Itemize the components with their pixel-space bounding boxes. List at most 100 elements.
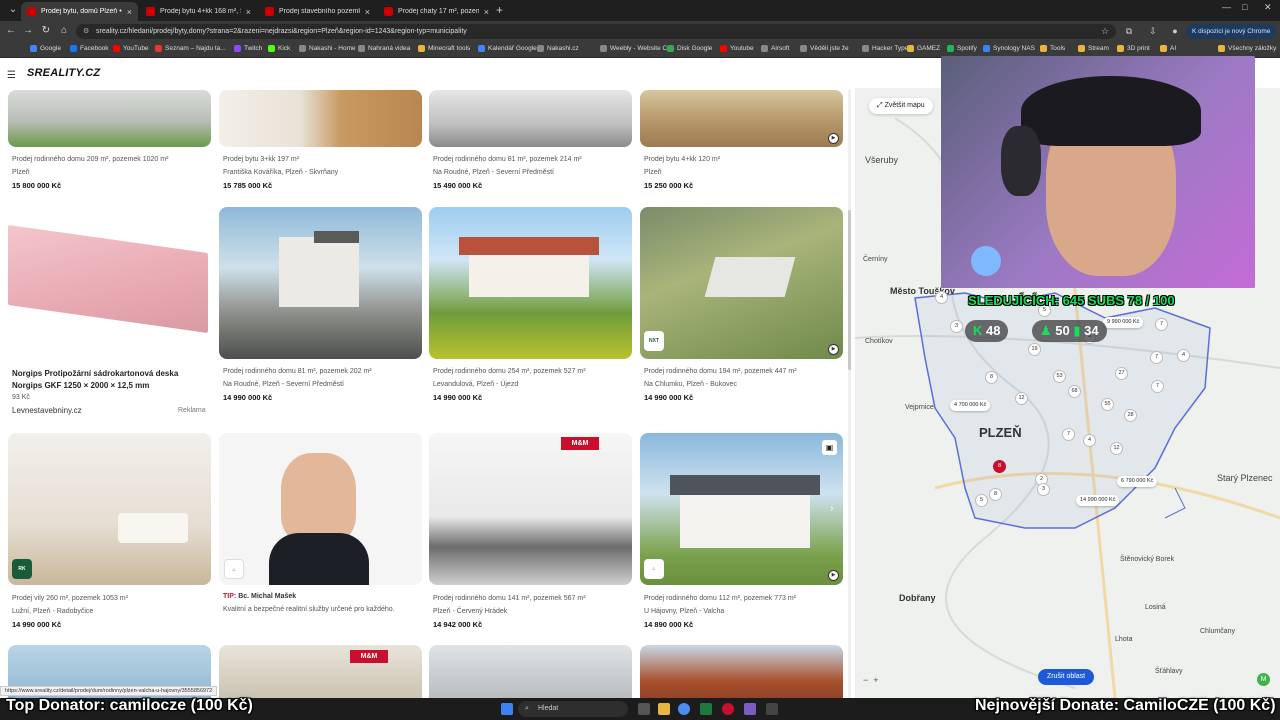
map-cluster-pin[interactable]: 55 [1101, 398, 1114, 411]
listing-photo[interactable] [429, 207, 632, 359]
bookmark-item[interactable]: Nakashi.cz [537, 45, 579, 52]
browser-tab-3[interactable]: Prodej stavebního pozemku 42 × [259, 2, 376, 21]
map-price-tag[interactable]: 6 790 000 Kč [1117, 476, 1158, 487]
bookmark-item[interactable]: Stream [1078, 45, 1109, 52]
taskbar-search[interactable]: ⌕ Hledat [518, 701, 628, 717]
map-price-tag[interactable]: 14 990 000 Kč [1076, 495, 1120, 506]
app-icon[interactable] [766, 703, 778, 715]
bookmark-item[interactable]: Tools [1040, 45, 1065, 52]
bookmark-item[interactable]: Airsoft [761, 45, 789, 52]
selected-map-pin[interactable]: 8 [993, 460, 1006, 473]
agent-photo[interactable]: ⌂ [219, 433, 422, 585]
listing-photo[interactable]: ▣ › ⌂ ▶ [640, 433, 843, 585]
back-icon[interactable]: ← [5, 25, 17, 36]
bookmark-item[interactable]: Spotify [947, 45, 977, 52]
tab-search-icon[interactable]: ⌄ [6, 3, 20, 17]
extensions-icon[interactable]: ⧉ [1124, 26, 1134, 36]
bookmark-item[interactable]: Hacker Typer [862, 45, 911, 52]
map-cluster-pin[interactable]: 7 [1062, 428, 1075, 441]
app-icon[interactable] [744, 703, 756, 715]
map-zoom-controls[interactable]: − + [863, 675, 879, 685]
close-window-icon[interactable]: ✕ [1264, 2, 1272, 13]
file-explorer-icon[interactable] [658, 703, 670, 715]
close-tab-icon[interactable]: × [127, 7, 132, 17]
scrollbar-thumb[interactable] [848, 210, 851, 370]
bookmark-item[interactable]: GAMEZ [907, 45, 940, 52]
site-info-icon[interactable]: ⚙ [83, 24, 89, 39]
map-cluster-pin[interactable]: 12 [1110, 442, 1123, 455]
map-cluster-pin[interactable]: 5 [975, 494, 988, 507]
listing-photo[interactable] [8, 90, 211, 147]
windows-start-icon[interactable] [501, 703, 513, 715]
reload-icon[interactable]: ↻ [40, 25, 52, 36]
map-cluster-pin[interactable]: 4 [935, 291, 948, 304]
browser-tab-4[interactable]: Prodej chaty 17 m², pozemek 1 × [378, 2, 495, 21]
bookmark-item[interactable]: Kalendář Google [478, 45, 537, 52]
map-cluster-pin[interactable]: 3 [1037, 483, 1050, 496]
save-bookmark-icon[interactable]: ▣ [822, 440, 837, 455]
bookmark-star-icon[interactable]: ☆ [1100, 26, 1110, 36]
browser-tab-2[interactable]: Prodej bytu 4+kk 168 m², Šafa × [140, 2, 257, 21]
menu-icon[interactable]: ☰ [7, 70, 16, 81]
close-tab-icon[interactable]: × [365, 7, 370, 17]
bookmark-item[interactable]: Facebook [70, 45, 109, 52]
bookmark-item[interactable]: Google [30, 45, 61, 52]
map-price-tag[interactable]: 9 990 000 Kč [1103, 317, 1144, 328]
map-cluster-pin[interactable]: 27 [1115, 367, 1128, 380]
listing-photo[interactable] [429, 645, 632, 698]
listing-photo[interactable] [640, 645, 843, 698]
minimize-icon[interactable]: — [1222, 2, 1231, 12]
forward-icon[interactable]: → [22, 25, 34, 36]
map-cluster-pin[interactable]: 53 [1053, 370, 1066, 383]
bookmark-item[interactable]: Weebly - Website C... [600, 45, 673, 52]
map-cluster-pin[interactable]: 8 [989, 488, 1002, 501]
profile-icon[interactable]: ● [1170, 26, 1180, 36]
listing-photo[interactable]: RK [8, 433, 211, 585]
maximize-icon[interactable]: □ [1242, 2, 1247, 12]
app-icon[interactable] [722, 703, 734, 715]
bookmark-item[interactable]: Seznam – Najdu ta... [155, 45, 226, 52]
bookmark-item[interactable]: Nakashi - Home [299, 45, 356, 52]
ad-seller[interactable]: Levnestavebniny.cz [12, 406, 82, 415]
excel-icon[interactable] [700, 703, 712, 715]
browser-tab-1[interactable]: Prodej bytu, domů Plzeň • Sreality × [21, 2, 138, 21]
map-cluster-pin[interactable]: 19 [1028, 343, 1041, 356]
listing-photo[interactable]: ▶ [640, 90, 843, 147]
sreality-logo[interactable]: SREALITY.CZ [27, 67, 100, 79]
home-icon[interactable]: ⌂ [58, 25, 70, 36]
map-cluster-pin[interactable]: 7 [1150, 351, 1163, 364]
address-input[interactable]: ⚙ sreality.cz/hledani/prodej/byty,domy?s… [76, 24, 1116, 39]
bookmark-item[interactable]: Synology NAS [983, 45, 1035, 52]
bookmark-item[interactable]: YouTube [113, 45, 149, 52]
bookmark-item[interactable]: Disk Google [667, 45, 712, 52]
map-cluster-pin[interactable]: 4 [1083, 434, 1096, 447]
downloads-icon[interactable]: ⇩ [1148, 26, 1158, 36]
bookmark-item[interactable]: Všechny záložky [1218, 45, 1276, 52]
listing-photo[interactable]: M&M [429, 433, 632, 585]
task-view-icon[interactable] [638, 703, 650, 715]
listing-scrollbar[interactable] [848, 90, 851, 698]
listing-photo[interactable]: NXT ▶ [640, 207, 843, 359]
listing-photo[interactable] [219, 207, 422, 359]
map-price-tag[interactable]: 4 700 000 Kč [950, 400, 991, 411]
map-cluster-pin[interactable]: 7 [1155, 318, 1168, 331]
bookmark-item[interactable]: Věděli jste že [800, 45, 849, 52]
map-cluster-pin[interactable]: 7 [1151, 380, 1164, 393]
close-tab-icon[interactable]: × [484, 7, 489, 17]
map-cluster-pin[interactable]: 12 [1015, 392, 1028, 405]
chrome-update-button[interactable]: K dispozici je nový Chrome [1186, 24, 1277, 39]
ad-photo[interactable] [8, 207, 211, 359]
map-avatar-icon[interactable]: M [1257, 673, 1270, 686]
listing-photo[interactable]: M&M [219, 645, 422, 698]
cancel-area-button[interactable]: Zrušit oblast [1038, 669, 1095, 685]
map-cluster-pin[interactable]: 68 [1068, 385, 1081, 398]
bookmark-item[interactable]: Youtube [720, 45, 754, 52]
map-cluster-pin[interactable]: 3 [950, 320, 963, 333]
bookmark-item[interactable]: 3D print [1117, 45, 1150, 52]
map-cluster-pin[interactable]: 8 [985, 371, 998, 384]
next-photo-icon[interactable]: › [830, 503, 833, 514]
bookmark-item[interactable]: Minecraft tools [418, 45, 470, 52]
bookmark-item[interactable]: Kick [268, 45, 290, 52]
listing-photo[interactable] [219, 90, 422, 147]
bookmark-item[interactable]: Nahraná videa [358, 45, 410, 52]
